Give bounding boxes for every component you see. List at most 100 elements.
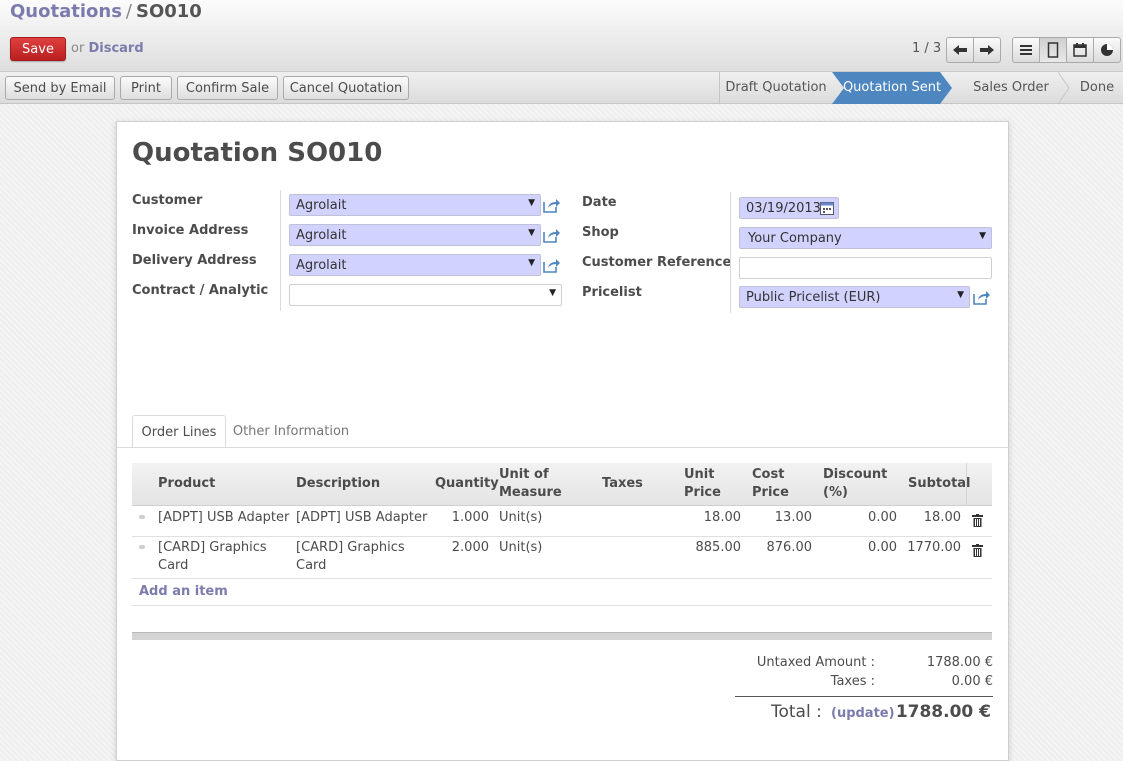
or-label: or — [71, 41, 85, 56]
row-divider — [132, 578, 992, 579]
open-record-icon[interactable] — [543, 197, 561, 213]
date-input[interactable]: 03/19/2013 — [739, 197, 839, 219]
graph-view-button[interactable] — [1093, 37, 1121, 63]
action-bar: Send by Email Print Confirm Sale Cancel … — [0, 72, 1123, 104]
pricelist-value: Public Pricelist (EUR) — [746, 290, 881, 305]
total-divider — [735, 696, 993, 697]
row-divider — [132, 605, 992, 606]
confirm-sale-button[interactable]: Confirm Sale — [177, 76, 278, 100]
row-2-product[interactable]: [CARD] Graphics Card — [158, 539, 267, 575]
stage-draft-quotation[interactable]: Draft Quotation — [720, 72, 832, 104]
stage-done[interactable]: Done — [1070, 72, 1123, 104]
breadcrumb: Quotations / SO010 — [10, 1, 202, 22]
graph-view-icon — [1101, 44, 1113, 56]
stage-quotation-sent[interactable]: Quotation Sent — [832, 72, 952, 104]
trash-icon[interactable] — [972, 514, 983, 527]
tab-other-information[interactable]: Other Information — [229, 415, 353, 448]
column-header-cost-price[interactable]: Cost Price — [752, 466, 789, 502]
dropdown-arrow-icon: ▼ — [528, 198, 535, 208]
row-2-cost-price[interactable]: 876.00 — [741, 539, 813, 557]
row-1-cost-price[interactable]: 13.00 — [741, 509, 812, 527]
open-record-icon[interactable] — [973, 289, 991, 305]
form-view-button[interactable] — [1039, 37, 1067, 63]
breadcrumb-separator: / — [125, 1, 132, 22]
column-header-quantity[interactable]: Quantity — [435, 475, 499, 493]
tab-order-lines[interactable]: Order Lines — [132, 415, 226, 448]
breadcrumb-quotations-link[interactable]: Quotations — [10, 1, 122, 22]
column-header-description[interactable]: Description — [296, 475, 380, 493]
field-divider — [730, 192, 731, 313]
open-record-icon[interactable] — [543, 257, 561, 273]
row-1-product[interactable]: [ADPT] USB Adapter — [158, 509, 289, 527]
drag-handle-icon[interactable] — [139, 545, 145, 549]
status-bar: Draft Quotation Quotation Sent Sales Ord… — [719, 72, 1123, 104]
add-item-link[interactable]: Add an item — [139, 584, 228, 599]
total-value: 1788.00 € — [895, 702, 991, 722]
dropdown-arrow-icon: ▼ — [528, 228, 535, 238]
column-header-uom[interactable]: Unit of Measure — [499, 466, 562, 502]
delivery-address-select[interactable]: Agrolait ▼ — [289, 254, 541, 276]
customer-label: Customer — [132, 193, 203, 208]
next-record-button[interactable] — [973, 37, 1001, 63]
taxes-value: 0.00 € — [951, 674, 993, 689]
shop-select[interactable]: Your Company ▼ — [739, 227, 992, 249]
row-1-quantity[interactable]: 1.000 — [435, 509, 489, 527]
row-1-description[interactable]: [ADPT] USB Adapter — [296, 509, 427, 527]
customer-reference-label: Customer Reference — [582, 255, 732, 270]
column-header-subtotal[interactable]: Subtotal — [908, 475, 971, 493]
row-2-quantity[interactable]: 2.000 — [435, 539, 489, 557]
row-2-subtotal[interactable]: 1770.00 — [901, 539, 961, 557]
breadcrumb-current: SO010 — [135, 1, 202, 22]
order-lines-header: Product Description Quantity Unit of Meas… — [132, 463, 992, 506]
customer-value: Agrolait — [296, 198, 347, 213]
invoice-address-select[interactable]: Agrolait ▼ — [289, 224, 541, 246]
discount-header-line1: Discount — [823, 467, 888, 482]
column-header-taxes[interactable]: Taxes — [602, 475, 643, 493]
row-1-uom[interactable]: Unit(s) — [499, 509, 542, 527]
total-label: Total : — [771, 702, 822, 722]
untaxed-amount-value: 1788.00 € — [926, 655, 993, 670]
row-1-unit-price[interactable]: 18.00 — [671, 509, 741, 527]
row-1-subtotal[interactable]: 18.00 — [901, 509, 961, 527]
open-record-icon[interactable] — [543, 227, 561, 243]
column-header-unit-price[interactable]: Unit Price — [684, 466, 721, 502]
dropdown-arrow-icon: ▼ — [957, 290, 964, 300]
form-sheet: Quotation SO010 Customer Invoice Address… — [116, 121, 1010, 761]
row-2-discount[interactable]: 0.00 — [817, 539, 897, 557]
discard-link[interactable]: Discard — [88, 41, 143, 56]
column-header-discount[interactable]: Discount (%) — [823, 466, 887, 502]
send-by-email-button[interactable]: Send by Email — [5, 76, 115, 100]
top-bar: Quotations / SO010 Save or Discard 1 / 3 — [0, 0, 1123, 72]
save-button[interactable]: Save — [10, 37, 66, 61]
row-2-product-line2: Card — [158, 558, 189, 573]
trash-icon[interactable] — [972, 544, 983, 557]
contract-analytic-select[interactable]: ▼ — [289, 284, 562, 306]
customer-select[interactable]: Agrolait ▼ — [289, 194, 541, 216]
row-2-uom[interactable]: Unit(s) — [499, 539, 542, 557]
pager-counter: 1 / 3 — [912, 41, 942, 56]
dropdown-arrow-icon: ▼ — [549, 288, 556, 298]
cancel-quotation-button[interactable]: Cancel Quotation — [283, 76, 409, 100]
untaxed-amount-label: Untaxed Amount : — [756, 655, 875, 670]
list-view-button[interactable] — [1012, 37, 1040, 63]
customer-reference-input[interactable] — [739, 257, 992, 279]
unit-price-header-line1: Unit — [684, 467, 715, 482]
row-2-description[interactable]: [CARD] Graphics Card — [296, 539, 405, 575]
row-2-unit-price[interactable]: 885.00 — [671, 539, 742, 557]
calendar-view-button[interactable] — [1066, 37, 1094, 63]
cost-price-header-line1: Cost — [752, 467, 785, 482]
invoice-address-label: Invoice Address — [132, 223, 249, 238]
update-link[interactable]: (update) — [831, 706, 895, 721]
arrow-left-icon — [953, 45, 967, 55]
drag-handle-icon[interactable] — [139, 515, 145, 519]
pricelist-select[interactable]: Public Pricelist (EUR) ▼ — [739, 286, 970, 308]
unit-price-header-line2: Price — [684, 485, 721, 500]
column-header-product[interactable]: Product — [158, 475, 215, 493]
stage-sales-order[interactable]: Sales Order — [958, 72, 1064, 104]
taxes-label: Taxes : — [830, 674, 875, 689]
calendar-icon[interactable] — [820, 201, 834, 215]
print-button[interactable]: Print — [120, 76, 172, 100]
previous-record-button[interactable] — [946, 37, 974, 63]
row-1-discount[interactable]: 0.00 — [817, 509, 897, 527]
pager-buttons — [946, 37, 1001, 63]
